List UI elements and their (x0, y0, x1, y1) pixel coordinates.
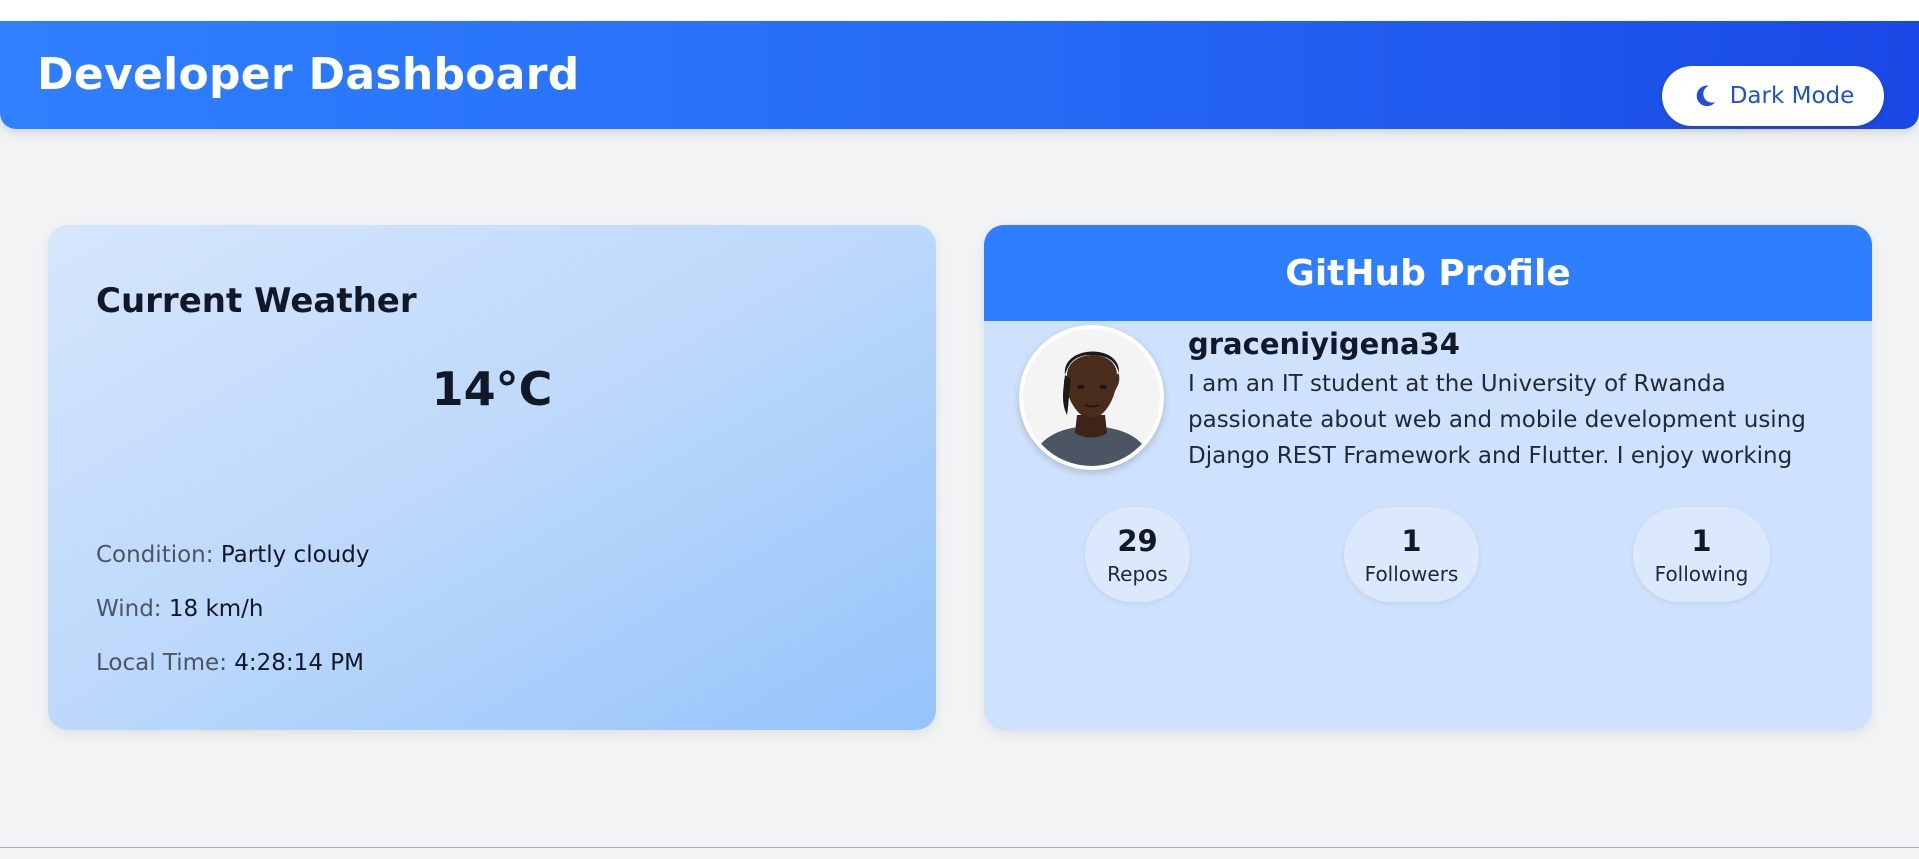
stat-repos[interactable]: 29 Repos (1085, 507, 1190, 602)
stat-followers[interactable]: 1 Followers (1344, 507, 1479, 602)
weather-title: Current Weather (96, 281, 417, 321)
local-time-label: Local Time: (96, 650, 227, 676)
condition-label: Condition: (96, 542, 214, 568)
weather-card: Current Weather 14°C Condition: Partly c… (48, 225, 936, 730)
weather-wind-row: Wind: 18 km/h (96, 596, 264, 622)
github-card-title: GitHub Profile (1285, 252, 1571, 294)
following-count: 1 (1691, 523, 1712, 558)
profile-photo-icon (1023, 329, 1160, 466)
github-card-header: GitHub Profile (984, 225, 1872, 321)
followers-label: Followers (1364, 561, 1459, 586)
following-label: Following (1654, 561, 1749, 586)
temperature-value: 14°C (431, 362, 553, 416)
condition-value: Partly cloudy (220, 542, 370, 568)
avatar[interactable] (1019, 325, 1164, 470)
repos-count: 29 (1117, 523, 1158, 558)
weather-condition-row: Condition: Partly cloudy (96, 542, 369, 568)
weather-time-row: Local Time: 4:28:14 PM (96, 650, 364, 676)
followers-count: 1 (1401, 523, 1422, 558)
github-username: graceniyigena34 (1188, 327, 1460, 361)
browser-top-strip (0, 0, 1919, 21)
stat-following[interactable]: 1 Following (1633, 507, 1770, 602)
repos-label: Repos (1107, 561, 1168, 586)
github-bio: I am an IT student at the University of … (1188, 371, 1806, 469)
local-time-value: 4:28:14 PM (234, 650, 364, 676)
wind-label: Wind: (96, 596, 162, 622)
wind-value: 18 km/h (168, 596, 264, 622)
dark-mode-label: Dark Mode (1729, 83, 1855, 109)
taskbar-strip (0, 848, 1919, 859)
github-profile-card: GitHub Profile graceniyigena34 I am an I… (984, 225, 1872, 730)
page-title: Developer Dashboard (37, 49, 580, 100)
dark-mode-button[interactable]: Dark Mode (1662, 66, 1884, 126)
app-header: Developer Dashboard Dark Mode (0, 21, 1919, 129)
moon-icon (1696, 85, 1716, 107)
